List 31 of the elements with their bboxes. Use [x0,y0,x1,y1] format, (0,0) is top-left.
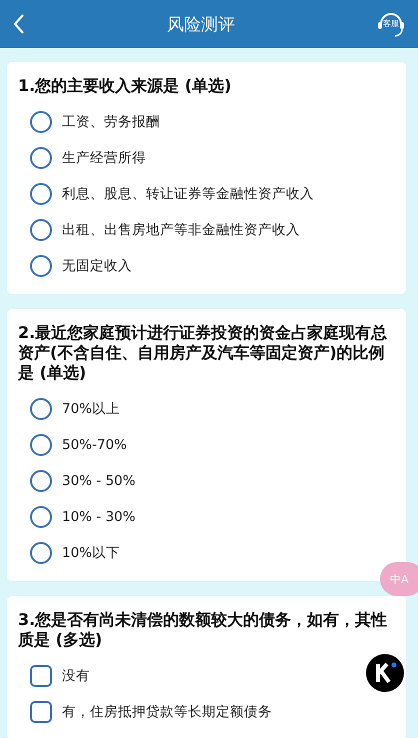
checkbox[interactable] [30,665,52,687]
question-title: 1.您的主要收入来源是 (单选) [18,76,232,96]
back-icon[interactable] [12,13,26,35]
option-label[interactable]: 生产经营所得 [62,149,146,167]
option-label[interactable]: 有，住房抵押贷款等长期定额债务 [62,703,272,721]
option-label[interactable]: 30% - 50% [62,473,136,489]
assistant-button[interactable] [366,654,404,692]
option-label[interactable]: 出租、出售房地产等非金融性资产收入 [62,221,300,239]
option-label[interactable]: 没有 [62,667,90,685]
option-label[interactable]: 无固定收入 [62,257,132,275]
option-label[interactable]: 10%以下 [62,544,120,562]
option-label[interactable]: 50%-70% [62,437,127,453]
radio-button[interactable] [30,506,52,528]
radio-button[interactable] [30,470,52,492]
option-label[interactable]: 工资、劳务报酬 [62,113,160,131]
option-label[interactable]: 利息、股息、转让证券等金融性资产收入 [62,185,314,203]
radio-button[interactable] [30,147,52,169]
radio-button[interactable] [30,434,52,456]
radio-button[interactable] [30,219,52,241]
radio-button[interactable] [30,111,52,133]
page-title: 风险测评 [167,14,235,36]
question-title: 2.最近您家庭预计进行证券投资的资金占家庭现有总资产(不含自住、自用房产及汽车等固定资产)的比例是 (单选) [18,323,388,383]
question-title: 3.您是否有尚未清偿的数额较大的债务，如有，其性质是 (多选) [18,610,388,650]
radio-button[interactable] [30,398,52,420]
radio-button[interactable] [30,542,52,564]
radio-button[interactable] [30,183,52,205]
option-label[interactable]: 70%以上 [62,400,120,418]
radio-button[interactable] [30,255,52,277]
option-label[interactable]: 10% - 30% [62,509,136,525]
customer-service-button[interactable]: 客服 [376,10,406,38]
checkbox[interactable] [30,701,52,723]
